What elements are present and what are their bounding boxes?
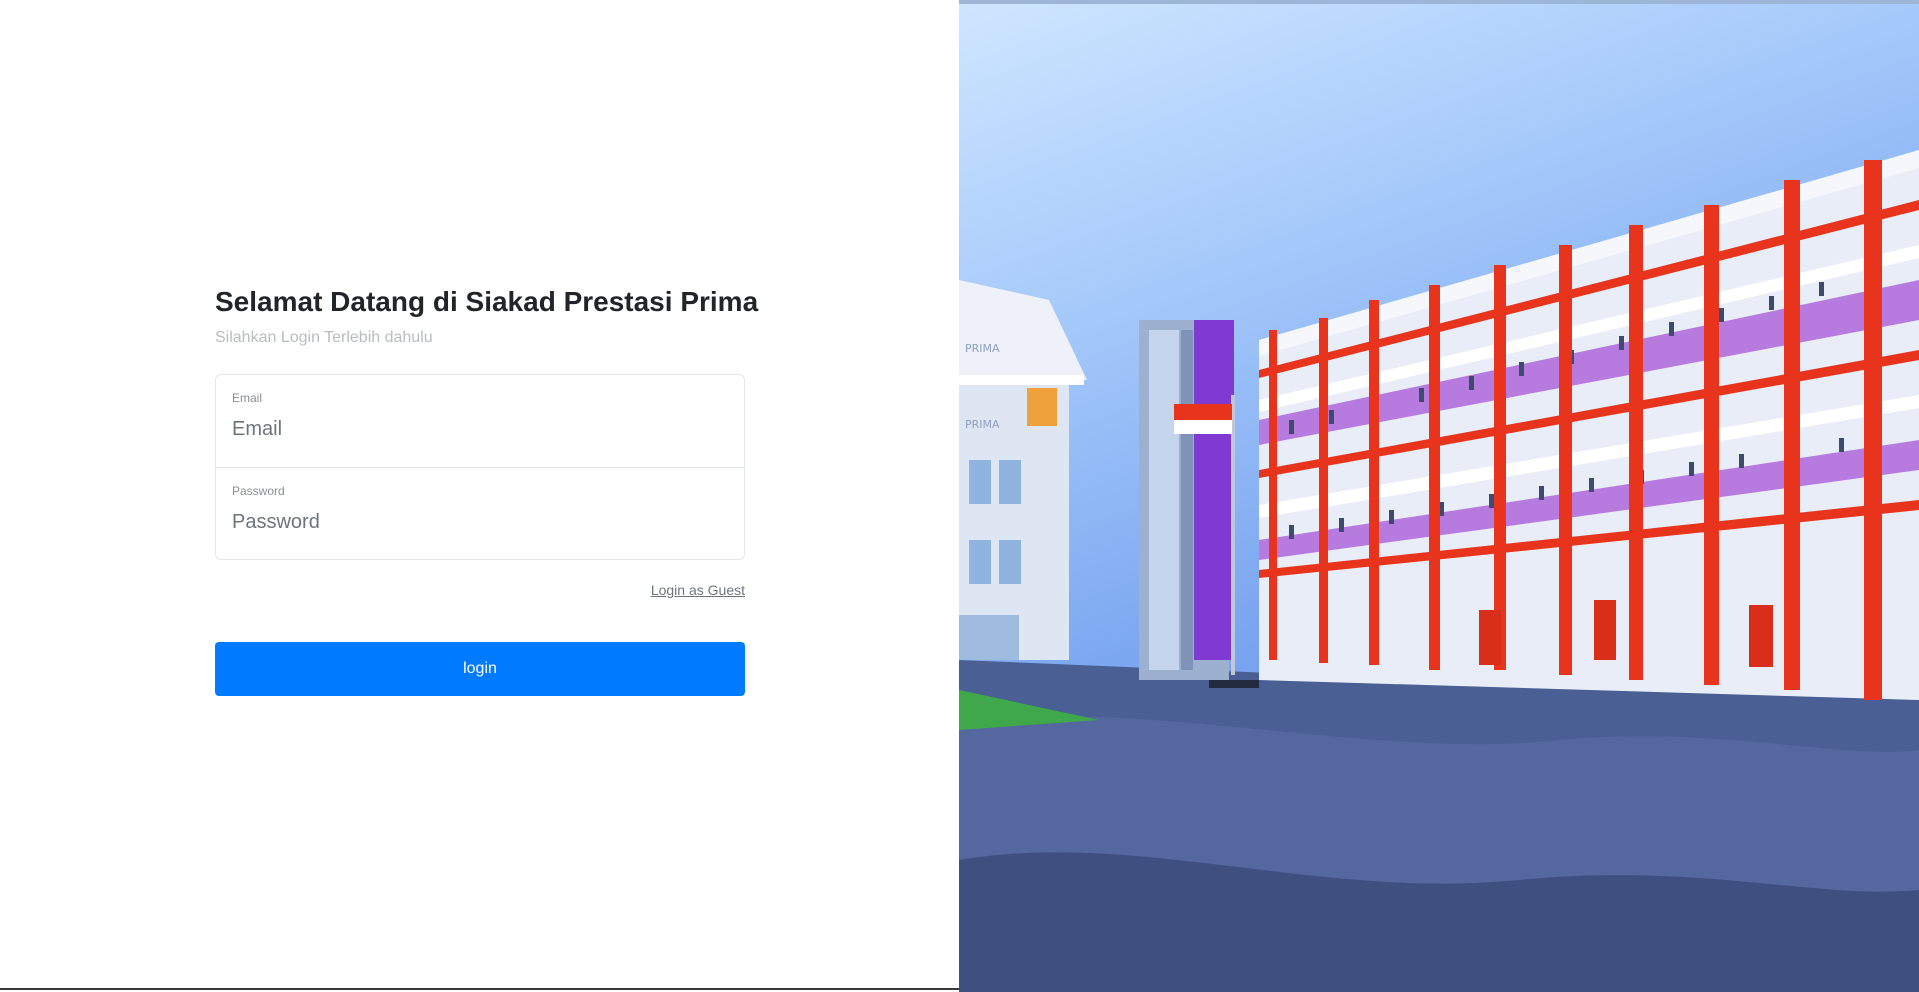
login-page: Selamat Datang di Siakad Prestasi Prima … [0, 0, 1919, 992]
building-sign-1: PRIMA [965, 342, 1000, 355]
title-prefix: Selamat Datang di [215, 286, 466, 317]
email-input[interactable] [232, 418, 728, 441]
email-field-container: Email [216, 375, 744, 467]
login-as-guest-link[interactable]: Login as Guest [651, 582, 745, 598]
password-field-container: Password [216, 467, 744, 559]
title-brand: Siakad Prestasi Prima [465, 286, 759, 317]
password-input[interactable] [232, 511, 728, 534]
login-form: Selamat Datang di Siakad Prestasi Prima … [215, 282, 758, 696]
campus-illustration: PRIMA PRIMA [959, 0, 1919, 992]
login-panel: Selamat Datang di Siakad Prestasi Prima … [0, 0, 959, 990]
credentials-group: Email Password [215, 374, 745, 560]
page-subtitle: Silahkan Login Terlebih dahulu [215, 329, 433, 346]
guest-row: Login as Guest [215, 582, 745, 600]
login-button[interactable]: login [215, 642, 745, 696]
email-label: Email [232, 391, 263, 405]
page-title: Selamat Datang di Siakad Prestasi Prima [215, 282, 758, 322]
building-sign-2: PRIMA [965, 418, 1000, 431]
password-label: Password [232, 484, 285, 498]
divider [0, 988, 959, 990]
school-building-illustration: PRIMA PRIMA [959, 0, 1919, 992]
